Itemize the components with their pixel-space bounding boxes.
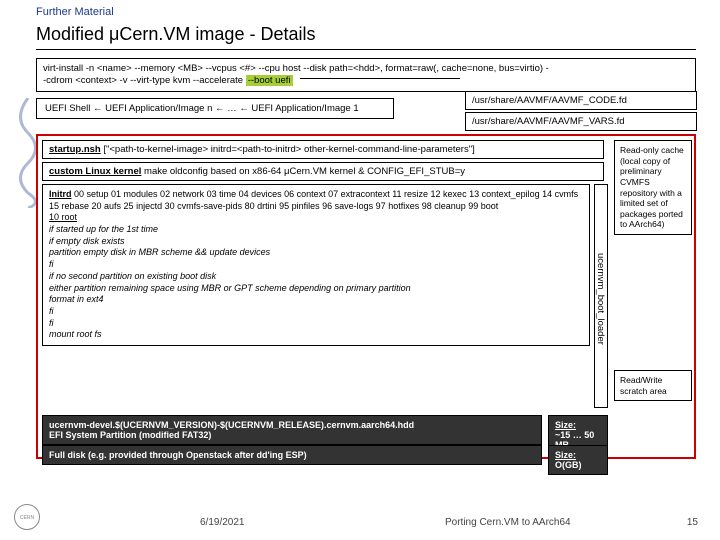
full-disk-text: Full disk (e.g. provided through Opensta…: [49, 450, 307, 460]
uefi-chain-box: UEFI Shell ← UEFI Application/Image n ← …: [36, 98, 394, 119]
custom-kernel-rest: make oldconfig based on x86-64 μCern.VM …: [141, 166, 465, 177]
full-disk-size-val: O(GB): [555, 460, 582, 470]
ucernvm-boot-loader-label: ucernvm_boot_loader: [594, 184, 608, 408]
virt-cmd-line1: virt-install -n <name> --memory <MB> --v…: [43, 63, 549, 74]
decorative-swirl: [18, 98, 38, 208]
hdd-esp-text: ucernvm-devel.$(UCERNVM_VERSION)-$(UCERN…: [49, 420, 414, 440]
breadcrumb: Further Material: [36, 6, 114, 18]
cern-logo-icon: CERN: [14, 504, 40, 530]
initrd-10root: 10 root: [49, 212, 77, 222]
full-disk-box: Full disk (e.g. provided through Opensta…: [42, 445, 542, 465]
hdd-esp-box: ucernvm-devel.$(UCERNVM_VERSION)-$(UCERN…: [42, 415, 542, 445]
initrd-label: Initrd: [49, 189, 72, 199]
rw-scratch-note: Read/Write scratch area: [614, 370, 692, 401]
virt-cmd-line2: -cdrom <context> -v --virt-type kvm --ac…: [43, 75, 246, 86]
startup-nsh-box: startup.nsh ["<path-to-kernel-image> ini…: [42, 140, 604, 159]
arrow-line-1: [300, 78, 460, 79]
startup-nsh-rest: ["<path-to-kernel-image> initrd=<path-to…: [101, 144, 475, 155]
initrd-list: 00 setup 01 modules 02 network 03 time 0…: [49, 189, 578, 211]
aavmf-code-path: /usr/share/AAVMF/AAVMF_CODE.fd: [465, 91, 697, 110]
aavmf-vars-path: /usr/share/AAVMF/AAVMF_VARS.fd: [465, 112, 697, 131]
readonly-cache-note: Read-only cache (local copy of prelimina…: [614, 140, 692, 235]
custom-kernel-label: custom Linux kernel: [49, 166, 141, 177]
full-disk-size: Size: O(GB): [548, 445, 608, 475]
initrd-body: if started up for the 1st time if empty …: [49, 224, 411, 339]
hdd-size-label: Size:: [555, 420, 576, 430]
virt-install-command: virt-install -n <name> --memory <MB> --v…: [36, 58, 696, 92]
footer-title: Porting Cern.VM to AArch64: [445, 517, 571, 528]
page-title: Modified μCern.VM image - Details: [36, 24, 315, 45]
startup-nsh-label: startup.nsh: [49, 144, 101, 155]
initrd-box: Initrd 00 setup 01 modules 02 network 03…: [42, 184, 590, 346]
full-disk-size-label: Size:: [555, 450, 576, 460]
custom-kernel-box: custom Linux kernel make oldconfig based…: [42, 162, 604, 181]
footer-page-number: 15: [687, 517, 698, 528]
footer-date: 6/19/2021: [200, 517, 245, 528]
title-underline: [36, 49, 696, 50]
virt-cmd-highlight: --boot uefi: [246, 75, 293, 86]
